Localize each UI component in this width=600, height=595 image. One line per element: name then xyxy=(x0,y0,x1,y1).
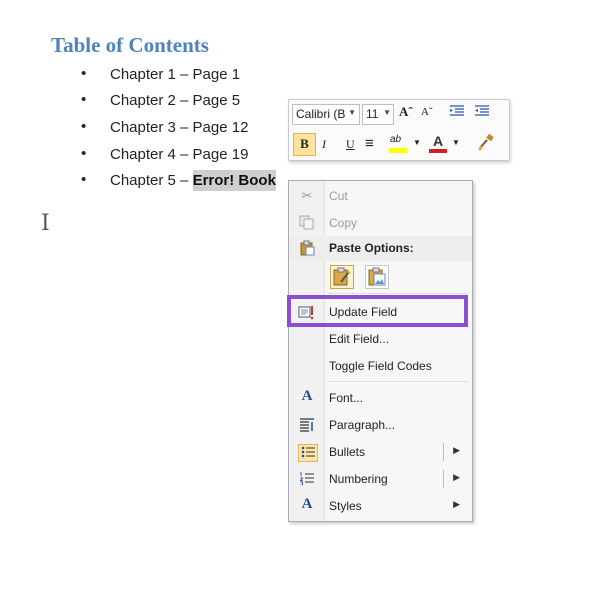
bullet-icon: • xyxy=(81,118,87,135)
toc-heading: Table of Contents xyxy=(51,33,209,57)
increase-indent-icon xyxy=(475,105,489,116)
menu-item-numbering[interactable]: Numbering ▶ xyxy=(289,467,472,492)
menu-item-font[interactable]: A Font... xyxy=(289,386,472,411)
menu-item-label: Copy xyxy=(329,216,358,230)
highlight-label: ab xyxy=(390,134,402,145)
split-divider xyxy=(443,470,444,488)
bullet-icon: • xyxy=(81,65,87,82)
toc-entry-text: Chapter 3 – Page 12 xyxy=(110,119,249,136)
toc-entry-text: Chapter 1 – Page 1 xyxy=(110,66,241,83)
menu-item-label: Paragraph... xyxy=(329,418,396,432)
bullet-icon: • xyxy=(81,171,87,188)
menu-item-label: Edit Field... xyxy=(329,332,390,346)
text-cursor-icon: I xyxy=(41,211,50,236)
numbering-icon xyxy=(298,471,316,487)
menu-item-update-field[interactable]: Update Field xyxy=(289,300,472,325)
decrease-indent-button[interactable] xyxy=(448,103,466,121)
font-color-label: A xyxy=(433,133,444,149)
menu-item-label: Font... xyxy=(329,391,364,405)
shrink-font-button[interactable]: Aˇ xyxy=(421,106,433,118)
copy-icon xyxy=(298,215,316,231)
menu-item-paste-options: Paste Options: xyxy=(289,236,472,261)
grow-font-button[interactable]: Aˆ xyxy=(399,104,413,120)
paste-picture-icon xyxy=(368,267,386,286)
paste-keep-formatting-button[interactable] xyxy=(330,265,354,289)
font-icon: A xyxy=(301,388,313,404)
font-name-value: Calibri (B xyxy=(296,107,346,121)
split-divider xyxy=(443,443,444,461)
italic-button[interactable]: I xyxy=(322,137,326,152)
menu-item-label: Styles xyxy=(329,499,362,513)
clipboard-icon xyxy=(298,240,316,256)
menu-item-label: Toggle Field Codes xyxy=(329,359,432,373)
toc-entry-text: Chapter 4 – Page 19 xyxy=(110,146,249,163)
menu-item-styles[interactable]: A Styles ▶ xyxy=(289,494,472,519)
bullet-icon: • xyxy=(81,145,87,162)
update-field-icon xyxy=(298,304,316,320)
menu-item-label: Paste Options: xyxy=(329,241,414,255)
menu-item-edit-field[interactable]: Edit Field... xyxy=(289,327,472,352)
bullets-icon xyxy=(298,444,318,462)
mini-toolbar: Calibri (B ▼ 11 ▼ Aˆ Aˇ B I U ≡ ab ▼ A ▼ xyxy=(288,99,510,161)
paintbrush-icon xyxy=(478,134,494,151)
menu-item-copy[interactable]: Copy xyxy=(289,211,472,236)
font-size-value: 11 xyxy=(366,107,379,121)
format-painter-button[interactable] xyxy=(475,134,497,154)
chevron-right-icon: ▶ xyxy=(453,499,460,509)
menu-item-cut[interactable]: ✂ Cut xyxy=(289,184,472,209)
menu-item-toggle-field-codes[interactable]: Toggle Field Codes xyxy=(289,354,472,379)
scissors-icon: ✂ xyxy=(301,188,313,203)
bold-button[interactable]: B xyxy=(293,133,316,156)
paste-keep-formatting-icon xyxy=(333,267,351,286)
highlight-button[interactable]: ab xyxy=(387,132,411,156)
menu-item-label: Update Field xyxy=(329,305,398,319)
chevron-down-icon: ▼ xyxy=(383,108,391,117)
chevron-down-icon[interactable]: ▼ xyxy=(413,138,421,147)
font-color-swatch xyxy=(429,149,447,153)
menu-item-paragraph[interactable]: Paragraph... xyxy=(289,413,472,438)
chevron-right-icon[interactable]: ▶ xyxy=(453,445,460,456)
context-menu: ✂ Cut Copy Paste Options: Update Field E… xyxy=(288,180,473,522)
chevron-down-icon[interactable]: ▼ xyxy=(452,138,460,147)
font-color-button[interactable]: A xyxy=(427,132,449,156)
chevron-down-icon: ▼ xyxy=(348,108,356,117)
increase-indent-button[interactable] xyxy=(473,103,491,121)
paragraph-icon xyxy=(298,417,316,433)
toc-entry-container: Chapter 5 – Error! Book xyxy=(110,170,276,191)
menu-item-label: Cut xyxy=(329,189,348,203)
font-name-dropdown[interactable]: Calibri (B ▼ xyxy=(292,104,360,125)
menu-separator xyxy=(329,381,467,382)
menu-separator xyxy=(329,293,467,294)
paste-picture-button[interactable] xyxy=(365,265,389,289)
styles-icon: A xyxy=(301,496,313,512)
field-error-text[interactable]: Error! Book xyxy=(192,170,276,191)
menu-item-label: Bullets xyxy=(329,445,366,459)
menu-item-bullets[interactable]: Bullets ▶ xyxy=(289,440,472,465)
toc-entry-text: Chapter 5 – xyxy=(110,172,193,189)
menu-item-label: Numbering xyxy=(329,472,388,486)
font-size-dropdown[interactable]: 11 ▼ xyxy=(362,104,394,125)
toc-entry-text: Chapter 2 – Page 5 xyxy=(110,92,241,109)
highlight-color-swatch xyxy=(389,148,407,153)
chevron-right-icon[interactable]: ▶ xyxy=(453,472,460,483)
underline-button[interactable]: U xyxy=(346,137,355,152)
bullet-icon: • xyxy=(81,91,87,108)
center-align-button[interactable]: ≡ xyxy=(365,135,374,152)
decrease-indent-icon xyxy=(450,105,464,116)
